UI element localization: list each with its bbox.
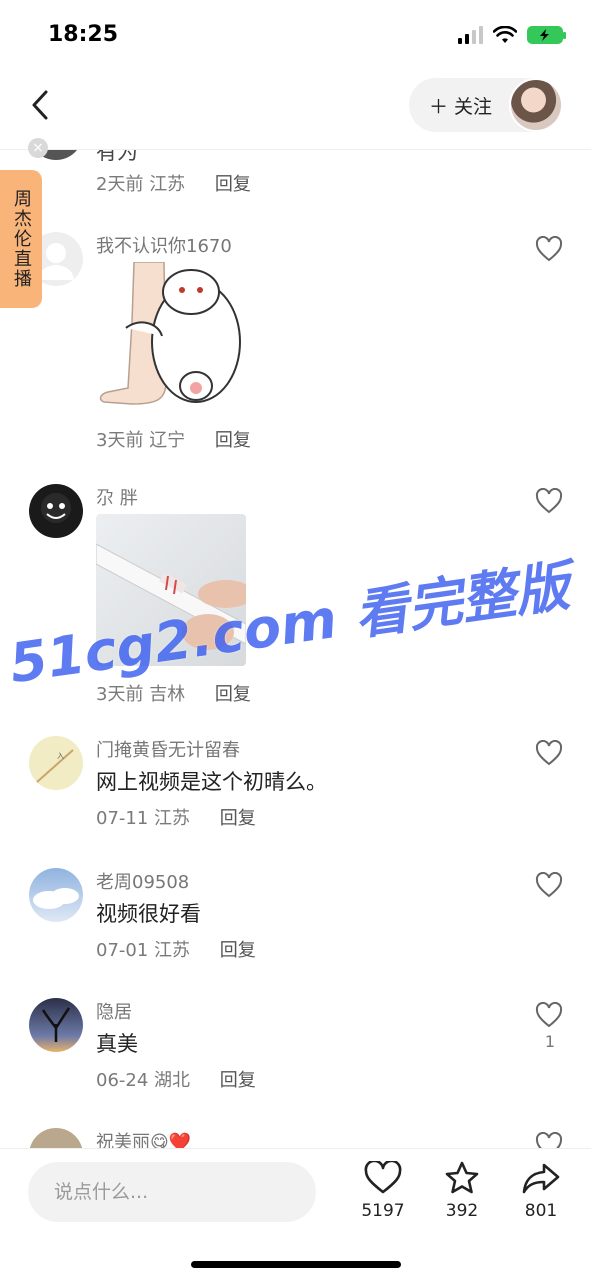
back-arrow-icon[interactable] [26, 88, 56, 122]
comment-time: 2天前 [96, 174, 144, 195]
reply-button[interactable]: 回复 [215, 684, 251, 705]
comment-location: 江苏 [154, 940, 191, 961]
comment-text: 有为 [96, 150, 138, 164]
heart-icon[interactable] [535, 872, 563, 898]
sticker-bear-image[interactable] [96, 261, 246, 408]
status-time: 18:25 [48, 22, 119, 47]
reply-button[interactable]: 回复 [215, 174, 251, 195]
comment-username[interactable]: 隐居 [96, 998, 132, 1024]
follow-button[interactable]: ＋ 关注 [409, 78, 563, 132]
comment-input[interactable]: 说点什么... [28, 1162, 316, 1222]
heart-icon[interactable] [535, 236, 563, 262]
comment-time: 3天前 [96, 430, 144, 451]
comment-location: 湖北 [154, 1070, 191, 1091]
live-side-tag[interactable]: 周杰伦直播 [0, 170, 42, 308]
comment-meta: 2天前 江苏 回复 [96, 170, 251, 196]
comment-location: 江苏 [154, 808, 191, 829]
comment-username[interactable]: 门掩黄昏无计留春 [96, 736, 240, 762]
comment-location: 辽宁 [149, 430, 186, 451]
comment-text: 视频很好看 [96, 902, 201, 926]
reply-button[interactable]: 回复 [220, 940, 256, 961]
heart-icon [364, 1161, 402, 1194]
comment-username[interactable]: 老周09508 [96, 868, 189, 894]
star-icon [445, 1161, 479, 1194]
favorite-count: 392 [445, 1201, 479, 1221]
comment-location: 吉林 [149, 684, 186, 705]
avatar[interactable] [29, 1128, 83, 1148]
comment-time: 07-11 [96, 808, 149, 829]
reply-button[interactable]: 回复 [220, 808, 256, 829]
reply-button[interactable]: 回复 [215, 430, 251, 451]
status-bar: 18:25 [0, 0, 591, 70]
comment-username[interactable]: 尕 胖 [96, 484, 138, 510]
avatar[interactable]: 入 [29, 736, 83, 790]
avatar[interactable] [29, 998, 83, 1052]
like-count: 1 [544, 1032, 555, 1051]
comment-time: 06-24 [96, 1070, 149, 1091]
heart-icon[interactable] [535, 1132, 563, 1148]
battery-charging-icon [527, 26, 566, 44]
comment-time: 3天前 [96, 684, 144, 705]
comment-text: 网上视频是这个初晴么。 [96, 770, 327, 794]
share-button[interactable]: 801 [511, 1161, 571, 1221]
favorite-button[interactable]: 392 [432, 1161, 492, 1221]
like-count: 5197 [361, 1201, 405, 1221]
svg-text:入: 入 [57, 752, 64, 760]
comment-username[interactable]: 祝美丽😋❤️ [96, 1128, 191, 1148]
share-icon [522, 1163, 560, 1194]
comment-text: 真美 [96, 1032, 138, 1056]
share-count: 801 [524, 1201, 558, 1221]
comment-username[interactable]: 我不认识你1670 [96, 232, 232, 258]
heart-icon[interactable] [535, 740, 563, 766]
bottom-bar: 说点什么... 5197 392 801 [0, 1148, 591, 1280]
comment-location: 江苏 [149, 174, 186, 195]
comment-meta: 07-11 江苏 回复 [96, 804, 256, 830]
home-indicator [191, 1261, 401, 1268]
comment-meta: 3天前 辽宁 回复 [96, 426, 251, 452]
heart-icon[interactable] [535, 488, 563, 514]
comment-time: 07-01 [96, 940, 149, 961]
reply-button[interactable]: 回复 [220, 1070, 256, 1091]
status-icons [458, 26, 566, 44]
comment-meta: 06-24 湖北 回复 [96, 1066, 256, 1092]
avatar[interactable] [29, 484, 83, 538]
close-icon[interactable]: × [28, 138, 48, 158]
signal-icon [458, 26, 483, 44]
wifi-icon [493, 26, 517, 43]
nav-bar: ＋ 关注 [0, 70, 591, 150]
author-avatar[interactable] [509, 78, 563, 132]
heart-icon[interactable] [535, 1002, 563, 1028]
avatar[interactable] [29, 868, 83, 922]
like-button[interactable]: 5197 [353, 1161, 413, 1221]
follow-label: ＋ 关注 [429, 96, 493, 118]
comment-meta: 3天前 吉林 回复 [96, 680, 251, 706]
comment-meta: 07-01 江苏 回复 [96, 936, 256, 962]
